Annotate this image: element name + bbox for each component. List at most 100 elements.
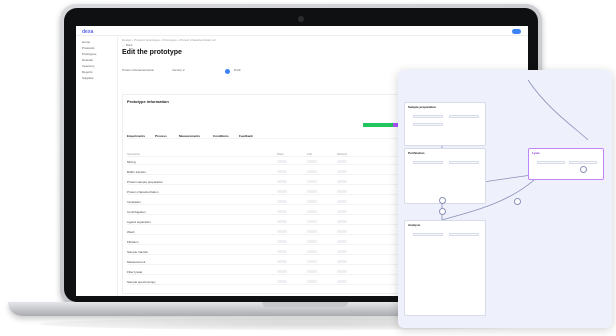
- row-cell-placeholder: [307, 230, 317, 233]
- row-cell-placeholder: [337, 160, 347, 163]
- tab-measurements[interactable]: Measurements: [179, 134, 200, 138]
- row-cell-placeholder: [277, 220, 287, 223]
- row-operation: Wash: [127, 230, 135, 234]
- node-title: Analysis: [408, 223, 421, 227]
- camera-icon: [298, 16, 304, 22]
- app-logo: dexa: [82, 29, 94, 35]
- row-cell-placeholder: [307, 160, 317, 163]
- row-cell-placeholder: [307, 250, 317, 253]
- sidebar-item[interactable]: Supplies: [82, 76, 94, 80]
- workflow-node[interactable]: Purification: [404, 148, 486, 204]
- connector-handle-icon[interactable]: [439, 197, 446, 204]
- connector-handle-icon[interactable]: [580, 166, 587, 173]
- breadcrumb[interactable]: Design › Protocol prototypes › Prototype…: [122, 38, 216, 42]
- laptop-notch: [262, 302, 348, 307]
- row-cell-placeholder: [337, 270, 347, 273]
- row-operation: Centrifugation: [127, 210, 146, 214]
- workflow-node-highlighted[interactable]: Lysis: [528, 148, 604, 180]
- node-field[interactable]: [449, 161, 479, 164]
- node-field[interactable]: [413, 233, 443, 236]
- tab-process[interactable]: Process: [155, 134, 167, 138]
- row-cell-placeholder: [337, 280, 347, 283]
- sidebar: Home Protocols Prototypes Network Invent…: [76, 36, 118, 296]
- row-cell-placeholder: [277, 190, 287, 193]
- row-cell-placeholder: [307, 200, 317, 203]
- workflow-node[interactable]: Sample preparation: [404, 102, 486, 146]
- node-field[interactable]: [413, 123, 443, 126]
- back-link[interactable]: ← Back: [122, 43, 133, 47]
- tab-conditions[interactable]: Conditions: [213, 134, 229, 138]
- connector-handle-icon[interactable]: [439, 208, 446, 215]
- row-operation: Sample transfer: [127, 250, 149, 254]
- tab-feedback[interactable]: Feedback: [239, 134, 253, 138]
- row-cell-placeholder: [307, 240, 317, 243]
- meta-version: Version 2: [172, 68, 185, 72]
- row-cell-placeholder: [307, 170, 317, 173]
- workflow-node[interactable]: Analysis: [404, 220, 486, 316]
- row-cell-placeholder: [307, 270, 317, 273]
- top-bar: dexa: [76, 26, 528, 36]
- row-cell-placeholder: [307, 180, 317, 183]
- row-cell-placeholder: [307, 220, 317, 223]
- node-field[interactable]: [569, 161, 597, 164]
- sidebar-item[interactable]: Inventory: [82, 64, 94, 68]
- row-cell-placeholder: [337, 260, 347, 263]
- status-dot-icon: [225, 69, 230, 74]
- avatar[interactable]: [512, 29, 521, 34]
- row-operation: Incubation: [127, 200, 141, 204]
- sidebar-item[interactable]: Protocols: [82, 46, 95, 50]
- row-cell-placeholder: [307, 190, 317, 193]
- row-cell-placeholder: [277, 250, 287, 253]
- row-cell-placeholder: [277, 180, 287, 183]
- sidebar-item[interactable]: Reports: [82, 70, 93, 74]
- col-fail: Fail: [307, 152, 312, 156]
- row-cell-placeholder: [337, 240, 347, 243]
- node-title: Lysis: [532, 151, 540, 155]
- meta-status: Draft: [234, 68, 241, 72]
- row-operation: Mixing: [127, 160, 136, 164]
- sidebar-item[interactable]: Network: [82, 58, 93, 62]
- row-cell-placeholder: [307, 210, 317, 213]
- col-operation: Operation: [127, 152, 141, 156]
- row-cell-placeholder: [277, 240, 287, 243]
- row-cell-placeholder: [337, 210, 347, 213]
- row-operation: Protein sample preparation: [127, 180, 164, 184]
- tab-experiments[interactable]: Experiments: [127, 134, 145, 138]
- row-cell-placeholder: [277, 160, 287, 163]
- row-cell-placeholder: [337, 230, 347, 233]
- row-cell-placeholder: [337, 200, 347, 203]
- row-operation: Filter lysate: [127, 270, 143, 274]
- node-field[interactable]: [537, 161, 565, 164]
- node-title: Purification: [408, 151, 425, 155]
- row-cell-placeholder: [277, 230, 287, 233]
- row-cell-placeholder: [307, 260, 317, 263]
- row-cell-placeholder: [337, 170, 347, 173]
- row-operation: Protein characterization: [127, 190, 159, 194]
- node-field[interactable]: [413, 161, 443, 164]
- row-cell-placeholder: [337, 220, 347, 223]
- node-field[interactable]: [413, 115, 443, 118]
- row-cell-placeholder: [337, 180, 347, 183]
- progress-segment-green: [363, 123, 393, 127]
- col-method: Method: [337, 152, 348, 156]
- row-cell-placeholder: [307, 280, 317, 283]
- sidebar-item[interactable]: Prototypes: [82, 52, 96, 56]
- meta-protocol: Protein Characterization: [122, 68, 155, 72]
- row-cell-placeholder: [337, 250, 347, 253]
- connector-handle-icon[interactable]: [514, 198, 521, 205]
- row-cell-placeholder: [277, 200, 287, 203]
- workflow-panel: Sample preparation Purification Lysis An…: [398, 70, 612, 328]
- row-cell-placeholder: [277, 210, 287, 213]
- row-cell-placeholder: [337, 190, 347, 193]
- node-title: Sample preparation: [408, 105, 437, 109]
- row-operation: Measurement: [127, 260, 146, 264]
- node-field[interactable]: [449, 233, 479, 236]
- node-field[interactable]: [449, 115, 479, 118]
- row-cell-placeholder: [277, 280, 287, 283]
- row-operation: Filtration: [127, 240, 139, 244]
- col-pass: Pass: [277, 152, 284, 156]
- card-heading: Prototype information: [127, 99, 169, 104]
- sidebar-item[interactable]: Home: [82, 40, 90, 44]
- row-cell-placeholder: [277, 170, 287, 173]
- row-operation: Sample spectroscopy: [127, 280, 156, 284]
